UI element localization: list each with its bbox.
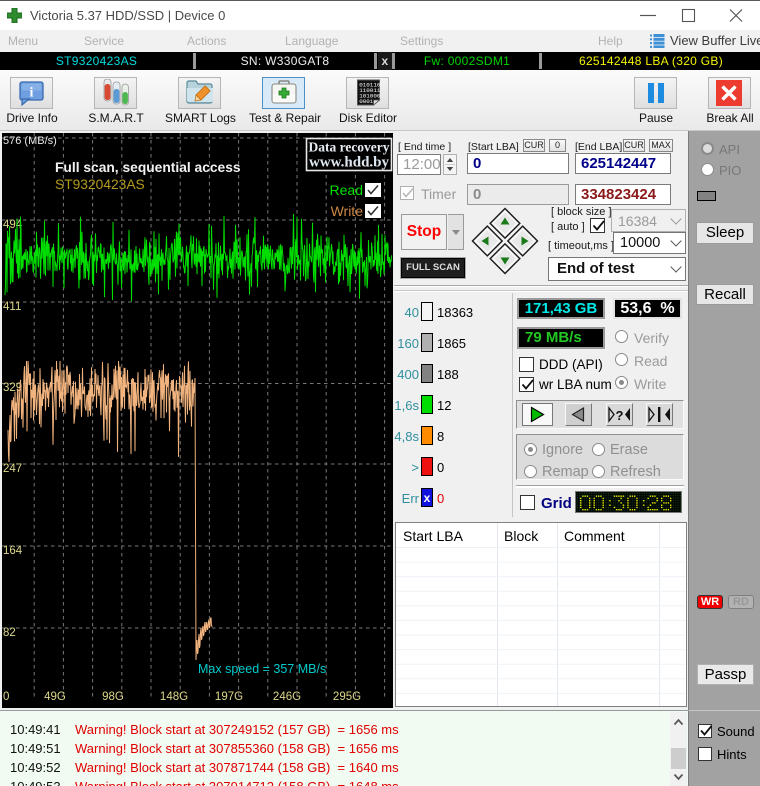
svg-text:0001: 0001 [359,98,374,105]
svg-text:49G: 49G [44,691,66,703]
svg-text:576 (MB/s): 576 (MB/s) [3,135,57,147]
svg-text:i: i [30,86,34,101]
svg-text:ST9320423AS: ST9320423AS [55,177,145,192]
svg-text:98G: 98G [102,691,124,703]
svg-text:82: 82 [3,627,16,639]
svg-text:148G: 148G [160,691,188,703]
svg-text:Read: Read [330,182,363,198]
svg-text:?: ? [616,408,624,423]
svg-text:247: 247 [3,463,22,475]
svg-text:494: 494 [3,219,23,231]
svg-text:Full scan, sequential access: Full scan, sequential access [55,160,241,175]
svg-text:Write: Write [331,203,364,219]
svg-text:0: 0 [3,691,9,703]
svg-text:411: 411 [3,301,21,313]
svg-text:197G: 197G [215,691,243,703]
svg-text:Data recovery: Data recovery [308,140,389,155]
svg-text:Max speed = 357 MB/s: Max speed = 357 MB/s [198,662,326,676]
svg-text:164: 164 [3,545,23,557]
svg-text:295G: 295G [333,691,361,703]
svg-text:246G: 246G [273,691,301,703]
svg-text:www.hdd.by: www.hdd.by [309,155,390,171]
